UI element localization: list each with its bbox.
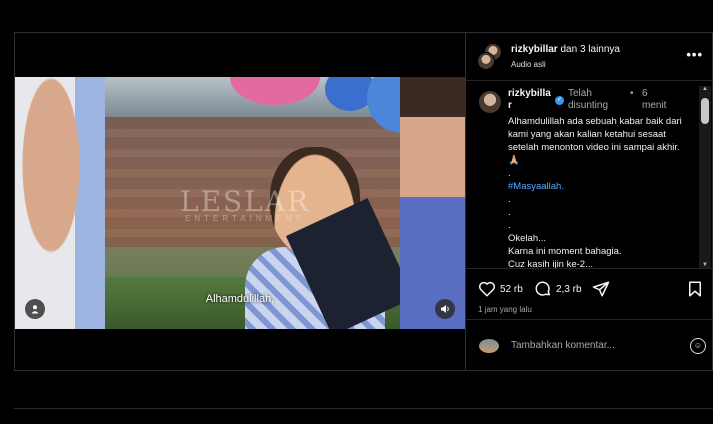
video-subtitle: Alhamdulillah, <box>205 293 275 305</box>
share-button[interactable] <box>592 280 614 298</box>
post-authors: rizkybillar dan 3 lainnya <box>511 44 620 55</box>
post-header: rizkybillar dan 3 lainnya Audio asli ••• <box>466 33 713 81</box>
caption-line: Alhamdulillah ada sebuah kabar baik dari… <box>508 116 682 166</box>
verified-badge-icon: ✓ <box>555 96 564 105</box>
divider <box>14 408 713 409</box>
scroll-up-arrow-icon[interactable]: ▲ <box>699 86 711 92</box>
edited-label: Telah disunting <box>568 88 609 111</box>
video-person-left <box>15 77 105 329</box>
sound-toggle-button[interactable] <box>435 299 455 319</box>
add-comment-bar: Tambahkan komentar... ☺ <box>466 319 713 370</box>
video-watermark-sub: ENTERTAINMENT <box>185 214 305 223</box>
caption-dot: . <box>508 220 511 231</box>
scrollbar-thumb[interactable] <box>701 98 709 124</box>
caption-dot: . <box>508 207 511 218</box>
post-media[interactable]: LESLAR ENTERTAINMENT Alhamdulillah, <box>15 33 465 370</box>
post-timestamp[interactable]: 1 jam yang lalu <box>478 305 532 314</box>
caption-author-avatar[interactable] <box>478 90 502 114</box>
person-icon <box>31 305 39 314</box>
post-card: LESLAR ENTERTAINMENT Alhamdulillah, rizk… <box>14 32 713 371</box>
like-button[interactable]: 52 rb <box>478 280 523 298</box>
send-icon <box>592 281 610 297</box>
bookmark-icon <box>689 281 701 297</box>
separator-dot: • <box>630 88 634 99</box>
caption-text: Alhamdulillah ada sebuah kabar baik dari… <box>508 115 692 268</box>
heart-icon <box>478 281 496 297</box>
audio-link[interactable]: Audio asli <box>511 60 546 69</box>
speaker-icon <box>440 305 449 313</box>
caption-line: Cuz kasih ijin ke-2... <box>508 259 594 268</box>
viewer-avatar <box>478 338 500 354</box>
caption-dot: . <box>508 194 511 205</box>
collaborators-link[interactable]: dan 3 lainnya <box>560 44 620 55</box>
like-count[interactable]: 52 rb <box>500 284 523 295</box>
emoji-icon[interactable]: ☺ <box>690 338 706 354</box>
post-side-panel: rizkybillar dan 3 lainnya Audio asli •••… <box>465 33 713 370</box>
author-avatar[interactable] <box>477 52 495 70</box>
author-username[interactable]: rizkybillar <box>511 44 558 55</box>
post-actions: 52 rb 2,3 rb 1 jam yang lalu <box>466 268 713 318</box>
caption-username-part1: rizkybilla <box>508 88 551 99</box>
more-options-button[interactable]: ••• <box>686 47 703 62</box>
hashtag-link[interactable]: #Masyaallah. <box>508 180 692 193</box>
comment-count[interactable]: 2,3 rb <box>556 284 582 295</box>
video-person-right <box>400 77 465 329</box>
caption-username-part2: r <box>508 100 512 111</box>
caption-line: Okelah... <box>508 233 547 244</box>
caption-area: rizkybilla r ✓ Telah disunting • 6 menit… <box>466 82 698 268</box>
comment-icon <box>535 281 551 296</box>
caption-line: Karna ini moment bahagia. <box>508 246 622 257</box>
save-button[interactable] <box>686 280 704 303</box>
tagged-people-button[interactable] <box>25 299 45 319</box>
caption-scrollbar[interactable]: ▲ ▼ <box>699 86 711 268</box>
video-player[interactable]: LESLAR ENTERTAINMENT Alhamdulillah, <box>15 77 465 329</box>
more-dots-icon: ••• <box>686 47 703 62</box>
caption-dot: . <box>508 168 511 179</box>
caption-time[interactable]: 6 menit <box>642 88 672 112</box>
caption-username[interactable]: rizkybilla r <box>508 88 556 112</box>
comment-button[interactable]: 2,3 rb <box>534 280 582 298</box>
comment-input[interactable]: Tambahkan komentar... <box>511 340 615 351</box>
